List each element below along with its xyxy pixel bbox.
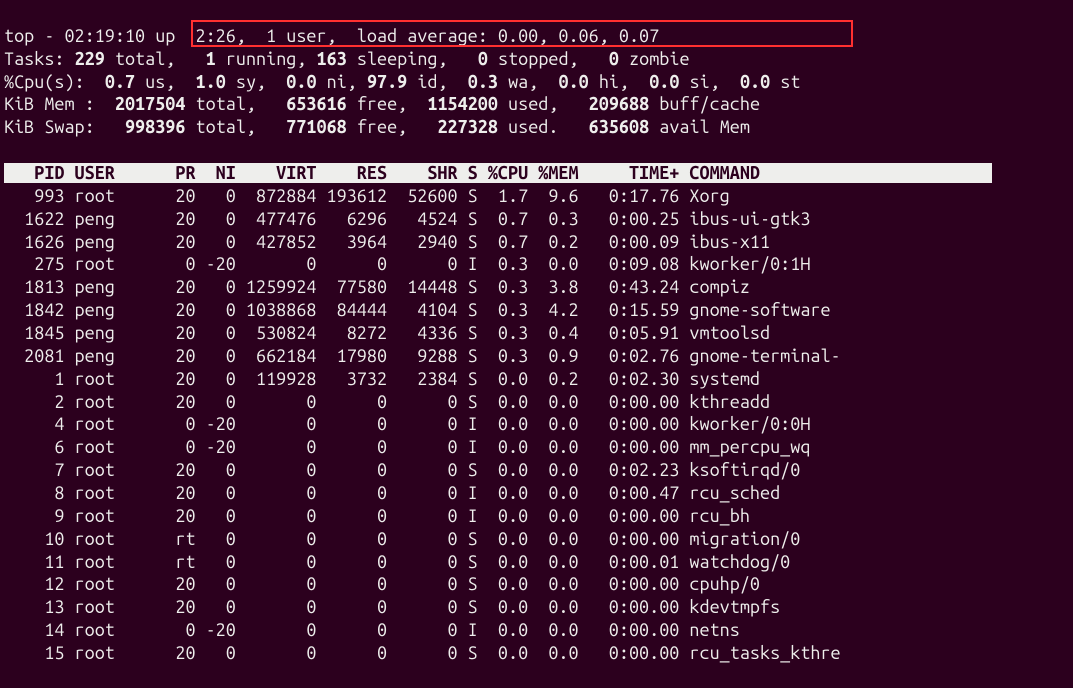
process-row: 275 root 0 -20 0 0 0 I 0.3 0.0 0:09.08 k… <box>4 254 810 274</box>
process-row: 1 root 20 0 119928 3732 2384 S 0.0 0.2 0… <box>4 369 760 389</box>
process-row: 1845 peng 20 0 530824 8272 4336 S 0.3 0.… <box>4 323 770 343</box>
process-row: 1626 peng 20 0 427852 3964 2940 S 0.7 0.… <box>4 232 770 252</box>
summary-line-3: %Cpu(s): 0.7 us, 1.0 sy, 0.0 ni, 97.9 id… <box>4 72 800 92</box>
summary-line-1: top - 02:19:10 up 2:26, 1 user, load ave… <box>4 26 659 46</box>
process-row: 1842 peng 20 0 1038868 84444 4104 S 0.3 … <box>4 300 831 320</box>
process-row: 993 root 20 0 872884 193612 52600 S 1.7 … <box>4 186 730 206</box>
terminal-output[interactable]: top - 02:19:10 up 2:26, 1 user, load ave… <box>0 0 1073 688</box>
summary-line-5: KiB Swap: 998396 total, 771068 free, 227… <box>4 117 760 137</box>
process-row: 11 root rt 0 0 0 0 S 0.0 0.0 0:00.01 wat… <box>4 552 790 572</box>
process-row: 2 root 20 0 0 0 0 S 0.0 0.0 0:00.00 kthr… <box>4 392 770 412</box>
process-row: 1622 peng 20 0 477476 6296 4524 S 0.7 0.… <box>4 209 810 229</box>
process-row: 14 root 0 -20 0 0 0 I 0.0 0.0 0:00.00 ne… <box>4 620 740 640</box>
process-row: 4 root 0 -20 0 0 0 I 0.0 0.0 0:00.00 kwo… <box>4 414 810 434</box>
process-row: 9 root 20 0 0 0 0 I 0.0 0.0 0:00.00 rcu_… <box>4 506 750 526</box>
blank-line <box>4 140 14 160</box>
process-row: 13 root 20 0 0 0 0 S 0.0 0.0 0:00.00 kde… <box>4 597 780 617</box>
process-row: 12 root 20 0 0 0 0 S 0.0 0.0 0:00.00 cpu… <box>4 574 760 594</box>
summary-line-4: KiB Mem : 2017504 total, 653616 free, 11… <box>4 94 760 114</box>
process-row: 7 root 20 0 0 0 0 S 0.0 0.0 0:02.23 ksof… <box>4 460 800 480</box>
summary-line-2: Tasks: 229 total, 1 running, 163 sleepin… <box>4 49 690 69</box>
process-row: 2081 peng 20 0 662184 17980 9288 S 0.3 0… <box>4 346 841 366</box>
process-row: 10 root rt 0 0 0 0 S 0.0 0.0 0:00.00 mig… <box>4 529 800 549</box>
process-row: 15 root 20 0 0 0 0 S 0.0 0.0 0:00.00 rcu… <box>4 643 841 663</box>
process-row: 8 root 20 0 0 0 0 I 0.0 0.0 0:00.47 rcu_… <box>4 483 780 503</box>
column-header-row: PID USER PR NI VIRT RES SHR S %CPU %MEM … <box>4 163 992 183</box>
process-row: 6 root 0 -20 0 0 0 I 0.0 0.0 0:00.00 mm_… <box>4 437 810 457</box>
process-row: 1813 peng 20 0 1259924 77580 14448 S 0.3… <box>4 277 750 297</box>
